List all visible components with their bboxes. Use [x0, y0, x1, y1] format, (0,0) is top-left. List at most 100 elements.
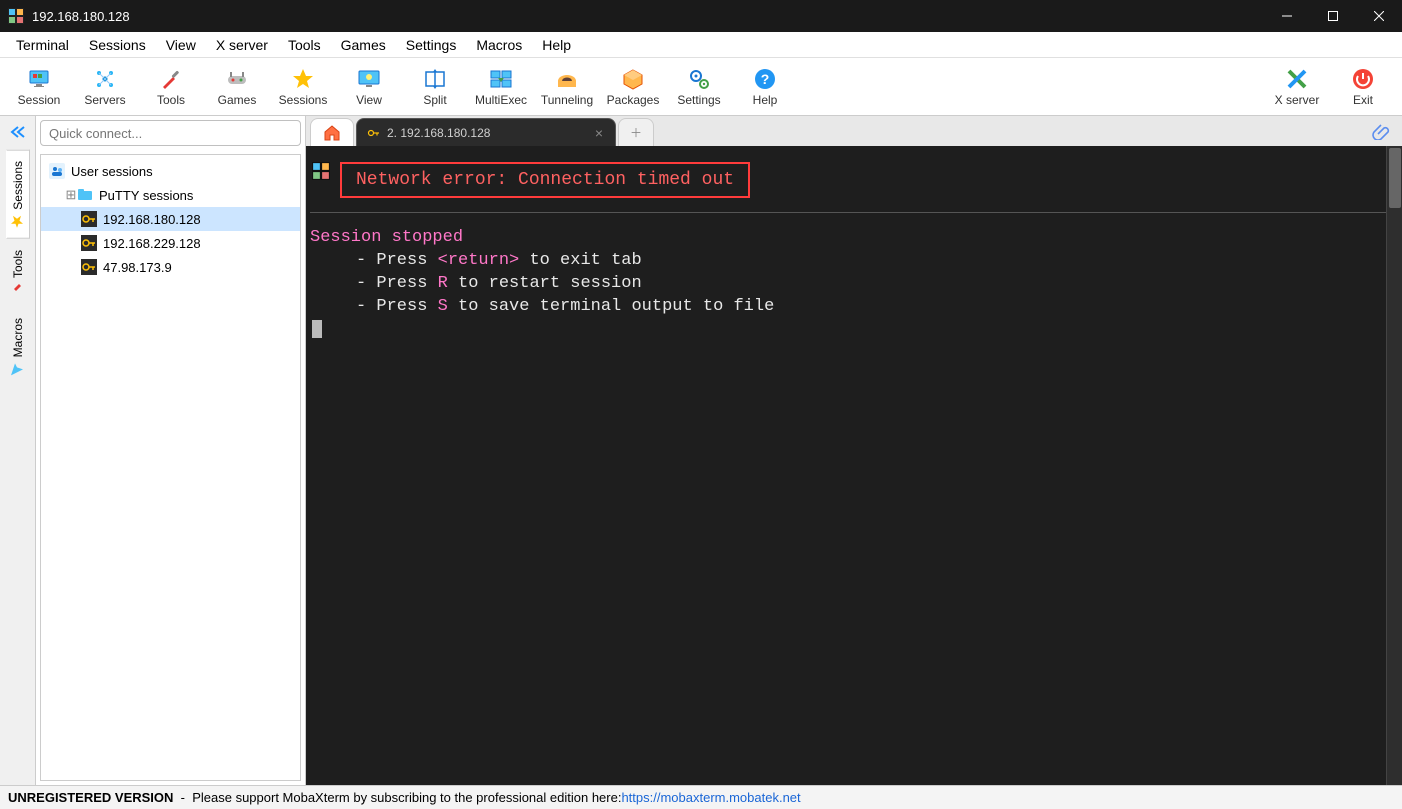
home-icon [323, 124, 341, 142]
terminal-line: - Press R to restart session [310, 273, 1402, 296]
terminal-cursor [312, 320, 322, 338]
toolbar: Session Servers Tools Games Sessions Vie… [0, 58, 1402, 116]
tree-session-item[interactable]: 47.98.173.9 [41, 255, 300, 279]
terminal[interactable]: Network error: Connection timed out Sess… [306, 146, 1402, 785]
tool-games[interactable]: Games [204, 59, 270, 115]
monitor-icon [27, 67, 51, 91]
tree-label: 192.168.180.128 [103, 212, 201, 227]
key-icon [367, 126, 381, 140]
terminal-line: - Press <return> to exit tab [310, 250, 1402, 273]
menu-tools[interactable]: Tools [278, 33, 331, 57]
tool-label: Tunneling [541, 93, 593, 107]
tool-split[interactable]: Split [402, 59, 468, 115]
key-icon [81, 211, 97, 227]
tool-label: X server [1275, 93, 1320, 107]
tab-active-session[interactable]: 2. 192.168.180.128 × [356, 118, 616, 146]
menu-terminal[interactable]: Terminal [6, 33, 79, 57]
tool-label: Packages [607, 93, 660, 107]
help-icon: ? [753, 67, 777, 91]
expand-icon[interactable]: ⊞ [65, 187, 77, 203]
tool-label: Games [218, 93, 257, 107]
servers-icon [93, 67, 117, 91]
menu-help[interactable]: Help [532, 33, 581, 57]
app-icon [312, 162, 330, 180]
gears-icon [687, 67, 711, 91]
tool-multiexec[interactable]: MultiExec [468, 59, 534, 115]
status-sep: - [173, 790, 192, 805]
terminal-error-box: Network error: Connection timed out [340, 162, 750, 198]
tool-servers[interactable]: Servers [72, 59, 138, 115]
menu-games[interactable]: Games [331, 33, 396, 57]
tree-session-item[interactable]: 192.168.229.128 [41, 231, 300, 255]
tree-label: 47.98.173.9 [103, 260, 172, 275]
quick-connect-input[interactable] [40, 120, 301, 146]
terminal-scrollbar[interactable] [1386, 146, 1402, 785]
users-icon [49, 163, 65, 179]
terminal-divider [310, 212, 1402, 213]
menu-macros[interactable]: Macros [466, 33, 532, 57]
tool-xserver[interactable]: X server [1264, 59, 1330, 115]
tab-label: 2. 192.168.180.128 [387, 126, 490, 140]
star-icon [11, 214, 25, 228]
tree-session-item[interactable]: 192.168.180.128 [41, 207, 300, 231]
side-tab-tools[interactable]: Tools [6, 239, 30, 307]
terminal-session-stopped: Session stopped [310, 227, 1402, 250]
paperplane-icon [11, 361, 25, 375]
tool-label: Tools [157, 93, 185, 107]
side-tab-macros[interactable]: Macros [6, 307, 30, 386]
tool-tunneling[interactable]: Tunneling [534, 59, 600, 115]
tool-label: Split [423, 93, 446, 107]
key-icon [81, 235, 97, 251]
tool-label: Settings [677, 93, 720, 107]
tool-packages[interactable]: Packages [600, 59, 666, 115]
paperclip-icon[interactable] [1372, 122, 1390, 140]
tab-close-button[interactable]: × [593, 125, 605, 141]
tree-root-user-sessions[interactable]: User sessions [41, 159, 300, 183]
menu-sessions[interactable]: Sessions [79, 33, 156, 57]
knife-icon [159, 67, 183, 91]
menu-view[interactable]: View [156, 33, 206, 57]
menu-settings[interactable]: Settings [396, 33, 467, 57]
tool-view[interactable]: View [336, 59, 402, 115]
wrench-icon [11, 282, 25, 296]
side-tab-sessions[interactable]: Sessions [6, 150, 30, 239]
window-title: 192.168.180.128 [32, 9, 1264, 24]
multiexec-icon [489, 67, 513, 91]
tree-label: PuTTY sessions [99, 188, 193, 203]
status-link[interactable]: https://mobaxterm.mobatek.net [621, 790, 800, 805]
tool-help[interactable]: ?Help [732, 59, 798, 115]
power-icon [1351, 67, 1375, 91]
svg-text:?: ? [761, 71, 770, 87]
tree-label: 192.168.229.128 [103, 236, 201, 251]
terminal-line: - Press S to save terminal output to fil… [310, 296, 1402, 319]
close-button[interactable] [1356, 0, 1402, 32]
tool-tools[interactable]: Tools [138, 59, 204, 115]
tool-session[interactable]: Session [6, 59, 72, 115]
menubar: Terminal Sessions View X server Tools Ga… [0, 32, 1402, 58]
display-icon [357, 67, 381, 91]
collapse-sidebar-button[interactable] [2, 118, 34, 146]
tab-home[interactable] [310, 118, 354, 146]
minimize-button[interactable] [1264, 0, 1310, 32]
tool-sessions[interactable]: Sessions [270, 59, 336, 115]
split-icon [423, 67, 447, 91]
titlebar: 192.168.180.128 [0, 0, 1402, 32]
scrollbar-thumb[interactable] [1389, 148, 1401, 208]
side-tab-label: Sessions [11, 161, 25, 210]
tab-strip: 2. 192.168.180.128 × ＋ [306, 116, 1402, 146]
side-tab-label: Tools [11, 250, 25, 278]
main: 2. 192.168.180.128 × ＋ Network error: Co… [306, 116, 1402, 785]
tree-label: User sessions [71, 164, 153, 179]
folder-icon [77, 187, 93, 203]
tab-new-button[interactable]: ＋ [618, 118, 654, 146]
session-tree: User sessions ⊞ PuTTY sessions 192.168.1… [40, 154, 301, 781]
plus-icon: ＋ [630, 124, 642, 141]
tool-label: View [356, 93, 382, 107]
tool-settings[interactable]: Settings [666, 59, 732, 115]
menu-xserver[interactable]: X server [206, 33, 278, 57]
content: Sessions Tools Macros User sessions ⊞ Pu… [0, 116, 1402, 785]
tree-putty-sessions[interactable]: ⊞ PuTTY sessions [41, 183, 300, 207]
tool-exit[interactable]: Exit [1330, 59, 1396, 115]
app-icon [8, 8, 24, 24]
maximize-button[interactable] [1310, 0, 1356, 32]
